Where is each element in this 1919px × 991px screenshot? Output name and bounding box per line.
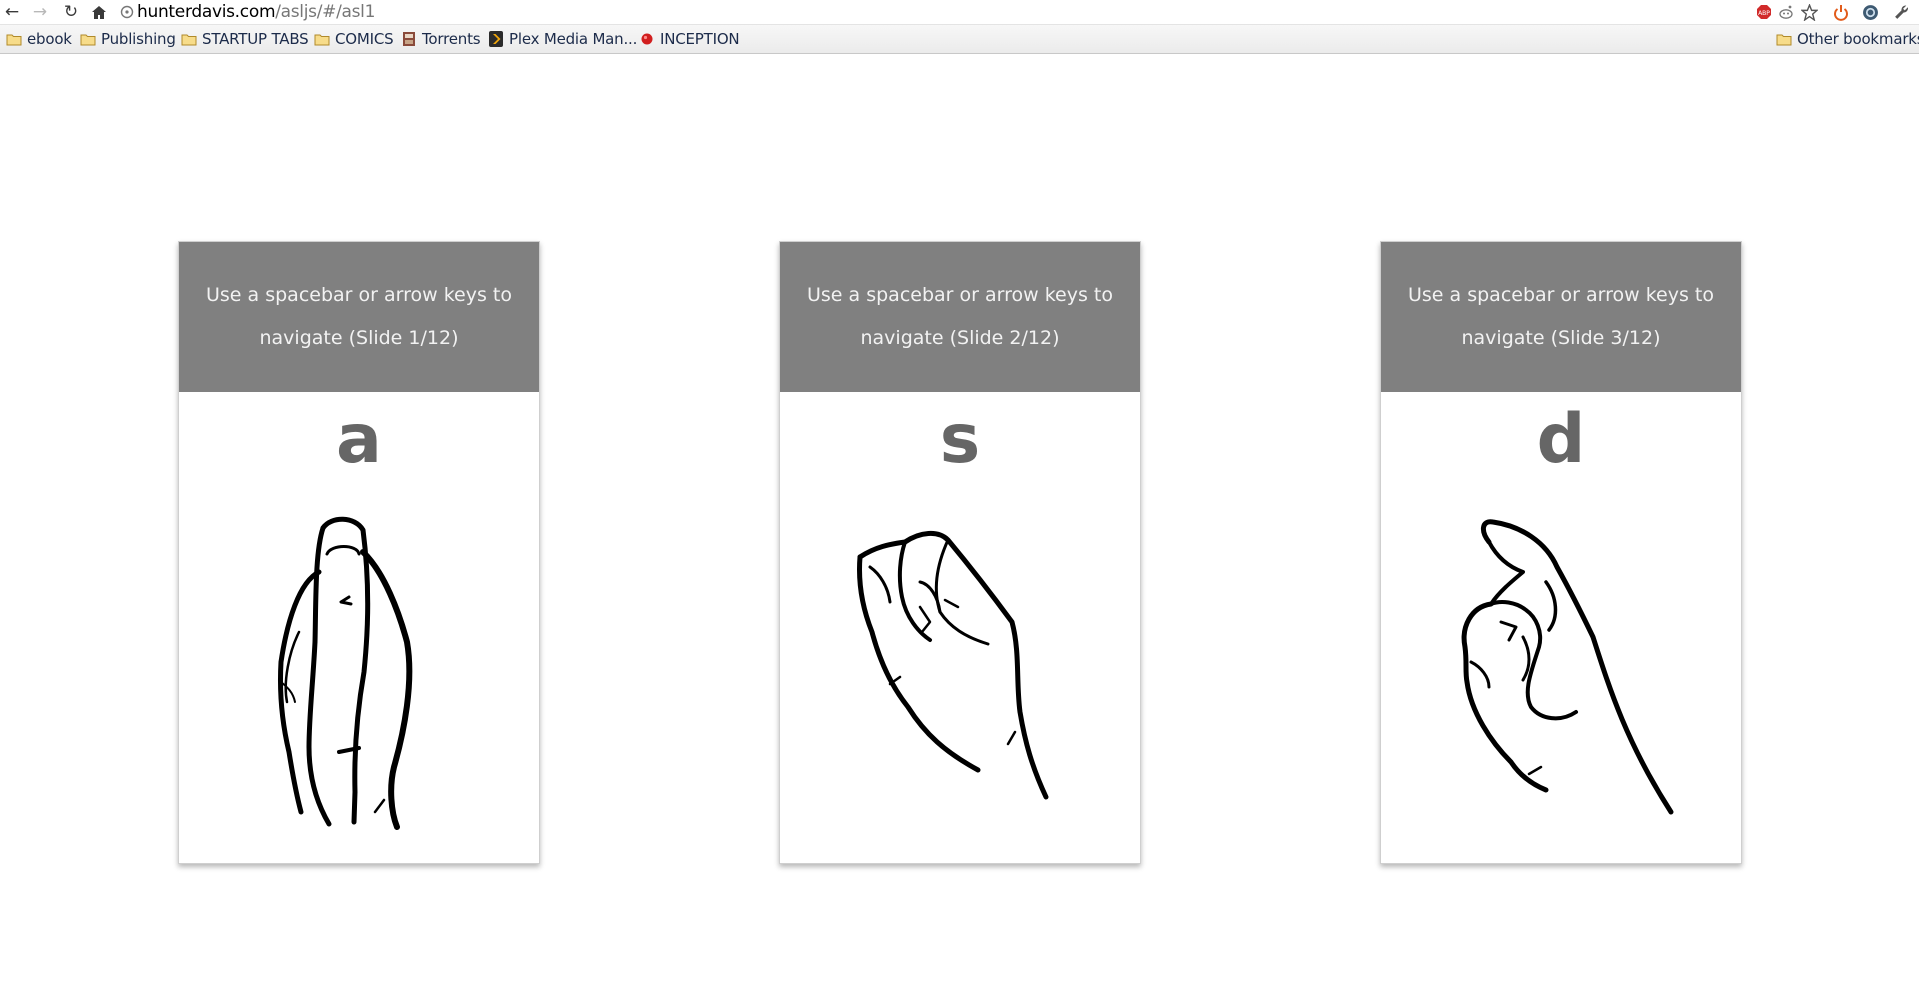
bookmarks-bar: ebook Publishing STARTUP TABS COMICS Tor… xyxy=(0,25,1919,54)
torrent-icon xyxy=(401,32,417,46)
slide-header: Use a spacebar or arrow keys to navigate… xyxy=(1381,242,1741,392)
svg-text:ABP: ABP xyxy=(1758,10,1770,17)
bookmark-label: ebook xyxy=(27,30,72,48)
folder-icon xyxy=(181,32,197,46)
browser-toolbar: ← → ↻ hunterdavis.com/asljs/#/asl1 ABP xyxy=(0,0,1919,25)
slide-card-3[interactable]: Use a spacebar or arrow keys to navigate… xyxy=(1380,241,1742,864)
folder-icon xyxy=(1776,32,1792,46)
bookmark-label: STARTUP TABS xyxy=(202,30,309,48)
forward-icon[interactable]: → xyxy=(30,2,50,22)
url-path: /asljs/#/asl1 xyxy=(275,2,376,22)
power-icon[interactable] xyxy=(1832,3,1850,21)
url-host: hunterdavis.com xyxy=(137,2,276,22)
url-text[interactable]: hunterdavis.com/asljs/#/asl1 xyxy=(137,2,375,22)
home-icon[interactable] xyxy=(89,2,109,22)
folder-icon xyxy=(314,32,330,46)
bookmark-label: COMICS xyxy=(335,30,394,48)
bookmark-comics[interactable]: COMICS xyxy=(314,30,394,48)
bookmark-ebook[interactable]: ebook xyxy=(6,30,72,48)
reddit-icon[interactable] xyxy=(1777,3,1795,21)
bookmark-label: Torrents xyxy=(422,30,481,48)
other-bookmarks-label: Other bookmarks xyxy=(1797,30,1919,48)
bookmark-label: Plex Media Man... xyxy=(509,30,638,48)
slide-letter: d xyxy=(1536,400,1586,479)
slide-card-1[interactable]: Use a spacebar or arrow keys to navigate… xyxy=(178,241,540,864)
wrench-icon[interactable] xyxy=(1892,3,1910,21)
bookmark-label: INCEPTION xyxy=(660,30,740,48)
slide-header: Use a spacebar or arrow keys to navigate… xyxy=(780,242,1140,392)
bookmark-label: Publishing xyxy=(101,30,176,48)
bookmark-publishing[interactable]: Publishing xyxy=(80,30,176,48)
extension-icon[interactable] xyxy=(1861,3,1879,21)
reload-icon[interactable]: ↻ xyxy=(61,2,81,22)
bookmark-startup-tabs[interactable]: STARTUP TABS xyxy=(181,30,309,48)
bookmark-torrents[interactable]: Torrents xyxy=(401,30,481,48)
plex-icon xyxy=(488,31,504,47)
bookmark-star-icon[interactable] xyxy=(1800,3,1818,21)
asl-letter-s-hand xyxy=(857,531,1049,800)
slide-letter: a xyxy=(336,400,382,479)
bookmark-inception[interactable]: INCEPTION xyxy=(639,30,740,48)
page-info-icon[interactable] xyxy=(120,5,134,19)
address-bar[interactable]: hunterdavis.com/asljs/#/asl1 xyxy=(120,2,1752,22)
folder-icon xyxy=(6,32,22,46)
slide-letter: s xyxy=(939,400,981,479)
slide-header: Use a spacebar or arrow keys to navigate… xyxy=(179,242,539,392)
slide-card-2[interactable]: Use a spacebar or arrow keys to navigate… xyxy=(779,241,1141,864)
adblock-icon[interactable]: ABP xyxy=(1755,3,1773,21)
asl-letter-d-hand xyxy=(1461,519,1674,815)
asl-letter-a-hand xyxy=(277,516,413,830)
folder-icon xyxy=(80,32,96,46)
bookmark-plex[interactable]: Plex Media Man... xyxy=(488,30,637,48)
back-icon[interactable]: ← xyxy=(2,2,22,22)
red-dot-icon xyxy=(639,32,655,46)
other-bookmarks[interactable]: Other bookmarks xyxy=(1776,30,1919,48)
